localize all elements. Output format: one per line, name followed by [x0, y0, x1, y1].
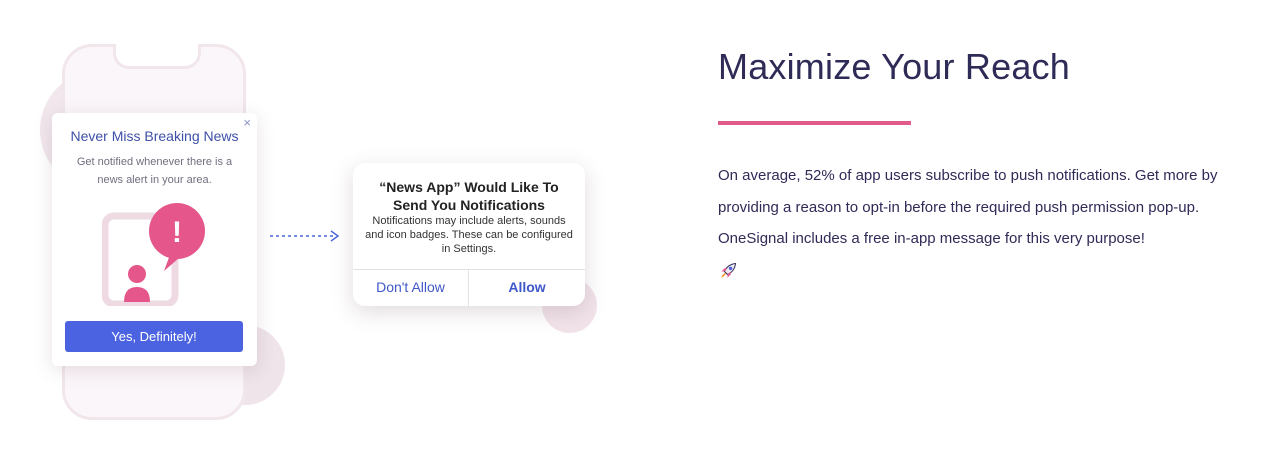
section-heading: Maximize Your Reach: [718, 46, 1070, 87]
person-head-graphic: [128, 265, 146, 283]
allow-button[interactable]: Allow: [469, 269, 585, 306]
popup-description: Get notified whenever there is a news al…: [76, 156, 233, 186]
dialog-body: Notifications may include alerts, sounds…: [365, 215, 573, 255]
rocket-icon: [721, 262, 737, 278]
in-app-message-card: × Never Miss Breaking News Get notified …: [52, 113, 257, 366]
breaking-news-illustration: !: [102, 203, 205, 306]
alert-exclamation: !: [172, 216, 182, 249]
phone-notch: [113, 44, 201, 69]
dont-allow-button[interactable]: Don't Allow: [353, 269, 468, 306]
feature-section: × Never Miss Breaking News Get notified …: [0, 0, 1269, 470]
section-description: On average, 52% of app users subscribe t…: [718, 160, 1248, 281]
description-text: On average, 52% of app users subscribe t…: [718, 167, 1218, 247]
yes-definitely-button[interactable]: Yes, Definitely!: [65, 321, 243, 352]
person-body-graphic: [124, 287, 150, 302]
popup-title: Never Miss Breaking News: [70, 128, 239, 144]
dashed-arrow-icon: [270, 230, 340, 242]
push-permission-dialog: “News App” Would Like To Send You Notifi…: [353, 163, 585, 306]
heading-underline: [718, 121, 911, 125]
dialog-title: “News App” Would Like To Send You Notifi…: [379, 179, 559, 213]
